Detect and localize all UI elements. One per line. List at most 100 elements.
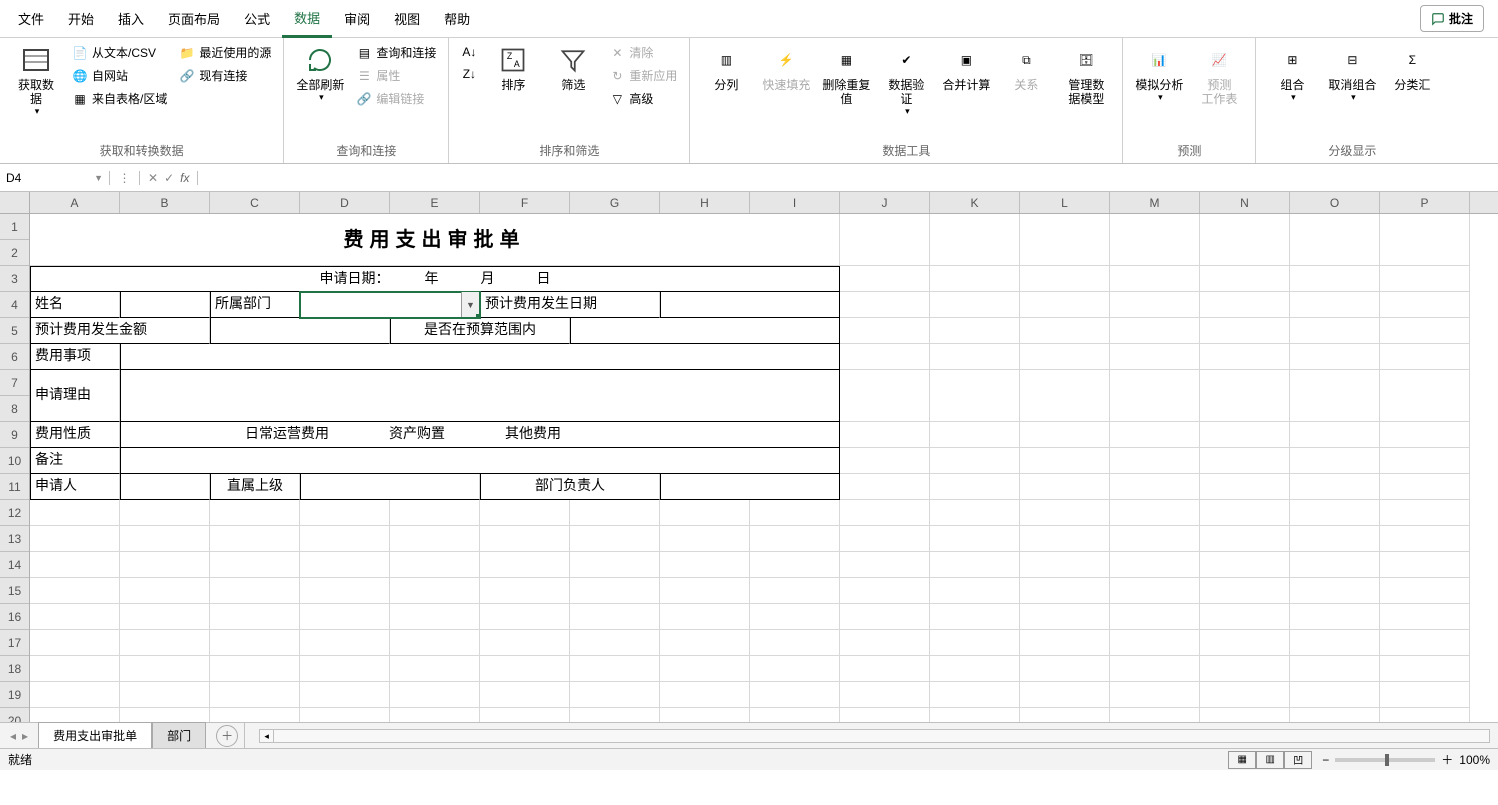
- cell[interactable]: [1110, 266, 1200, 292]
- cell[interactable]: [840, 370, 930, 422]
- cell[interactable]: [390, 656, 480, 682]
- input-name[interactable]: [120, 292, 210, 318]
- queries-connections[interactable]: ▤查询和连接: [352, 42, 440, 63]
- row-header-14[interactable]: 14: [0, 552, 29, 578]
- cell[interactable]: [750, 708, 840, 722]
- col-header-B[interactable]: B: [120, 192, 210, 213]
- cell[interactable]: [30, 578, 120, 604]
- cell[interactable]: [1020, 344, 1110, 370]
- row-header-17[interactable]: 17: [0, 630, 29, 656]
- cell[interactable]: [1020, 656, 1110, 682]
- cell[interactable]: [750, 682, 840, 708]
- cell[interactable]: [1020, 422, 1110, 448]
- cell[interactable]: [210, 500, 300, 526]
- cell[interactable]: [1200, 266, 1290, 292]
- cell[interactable]: [480, 578, 570, 604]
- cell[interactable]: [1290, 266, 1380, 292]
- cell[interactable]: [570, 604, 660, 630]
- cell[interactable]: [570, 630, 660, 656]
- cell[interactable]: [840, 708, 930, 722]
- cell[interactable]: [1290, 422, 1380, 448]
- recent-sources[interactable]: 📁最近使用的源: [175, 42, 275, 63]
- cell[interactable]: [1200, 214, 1290, 266]
- cell[interactable]: [840, 474, 930, 500]
- cell[interactable]: [1110, 526, 1200, 552]
- cell[interactable]: [480, 500, 570, 526]
- cell[interactable]: [30, 682, 120, 708]
- cell[interactable]: [930, 630, 1020, 656]
- cell[interactable]: [750, 656, 840, 682]
- cell[interactable]: [1380, 526, 1470, 552]
- cell[interactable]: [300, 552, 390, 578]
- cell[interactable]: [930, 708, 1020, 722]
- cell[interactable]: [480, 630, 570, 656]
- select-all-corner[interactable]: [0, 192, 30, 214]
- cell[interactable]: [1110, 578, 1200, 604]
- cell[interactable]: [660, 656, 750, 682]
- cell[interactable]: [210, 552, 300, 578]
- sort-asc[interactable]: A↓: [457, 42, 481, 62]
- cell[interactable]: [1290, 656, 1380, 682]
- menu-review[interactable]: 审阅: [332, 1, 382, 36]
- cell[interactable]: [30, 500, 120, 526]
- sort-button[interactable]: ZA 排序: [485, 42, 541, 94]
- cell[interactable]: [120, 500, 210, 526]
- row-header-11[interactable]: 11: [0, 474, 29, 500]
- cell[interactable]: [930, 552, 1020, 578]
- input-amount[interactable]: [210, 318, 390, 344]
- cell[interactable]: [390, 682, 480, 708]
- cell[interactable]: [930, 370, 1020, 422]
- cell[interactable]: [480, 552, 570, 578]
- cell[interactable]: [120, 552, 210, 578]
- data-model[interactable]: 🗄管理数 据模型: [1058, 42, 1114, 108]
- tab-nav-first[interactable]: ◂: [10, 729, 16, 743]
- cell[interactable]: [300, 604, 390, 630]
- cell[interactable]: [930, 422, 1020, 448]
- cell[interactable]: [660, 708, 750, 722]
- cell[interactable]: [840, 552, 930, 578]
- cell[interactable]: [1200, 682, 1290, 708]
- cell[interactable]: [1020, 604, 1110, 630]
- label-supervisor[interactable]: 直属上级: [210, 474, 300, 500]
- cell[interactable]: [1020, 214, 1110, 266]
- cell[interactable]: [1110, 500, 1200, 526]
- comments-button[interactable]: 批注: [1420, 5, 1484, 32]
- col-header-N[interactable]: N: [1200, 192, 1290, 213]
- cell[interactable]: [750, 500, 840, 526]
- advanced-filter[interactable]: ▽高级: [605, 88, 681, 109]
- cell[interactable]: [660, 552, 750, 578]
- cell[interactable]: [840, 266, 930, 292]
- cell[interactable]: [1110, 422, 1200, 448]
- cell[interactable]: [1380, 422, 1470, 448]
- cell[interactable]: [1290, 344, 1380, 370]
- row-header-15[interactable]: 15: [0, 578, 29, 604]
- label-budget[interactable]: 是否在预算范围内: [390, 318, 570, 344]
- cell[interactable]: [1290, 474, 1380, 500]
- cell[interactable]: [660, 578, 750, 604]
- cell[interactable]: [840, 578, 930, 604]
- cell[interactable]: [1380, 448, 1470, 474]
- new-sheet-button[interactable]: ＋: [216, 725, 238, 747]
- horizontal-scrollbar[interactable]: ◂: [251, 729, 1498, 743]
- nature-options[interactable]: 日常运营费用资产购置其他费用: [120, 422, 840, 448]
- label-estdate[interactable]: 预计费用发生日期: [480, 292, 660, 318]
- cell[interactable]: [210, 656, 300, 682]
- cell[interactable]: [1020, 474, 1110, 500]
- zoom-out[interactable]: −: [1322, 753, 1329, 767]
- cell[interactable]: [840, 500, 930, 526]
- row-header-20[interactable]: 20: [0, 708, 29, 722]
- cell[interactable]: [1200, 500, 1290, 526]
- relationships[interactable]: ⧉关系: [998, 42, 1054, 94]
- cell[interactable]: [840, 422, 930, 448]
- ungroup-button[interactable]: ⊟取消组合: [1324, 42, 1380, 105]
- normal-view-button[interactable]: ▦: [1228, 751, 1256, 769]
- menu-page-layout[interactable]: 页面布局: [156, 1, 232, 36]
- whatif-analysis[interactable]: 📊模拟分析: [1131, 42, 1187, 105]
- cell[interactable]: [1020, 578, 1110, 604]
- cell[interactable]: [1200, 474, 1290, 500]
- cell[interactable]: [1110, 318, 1200, 344]
- cell[interactable]: [1200, 344, 1290, 370]
- cell[interactable]: [1380, 344, 1470, 370]
- sheet-tab-2[interactable]: 部门: [152, 722, 206, 748]
- input-supervisor[interactable]: [300, 474, 480, 500]
